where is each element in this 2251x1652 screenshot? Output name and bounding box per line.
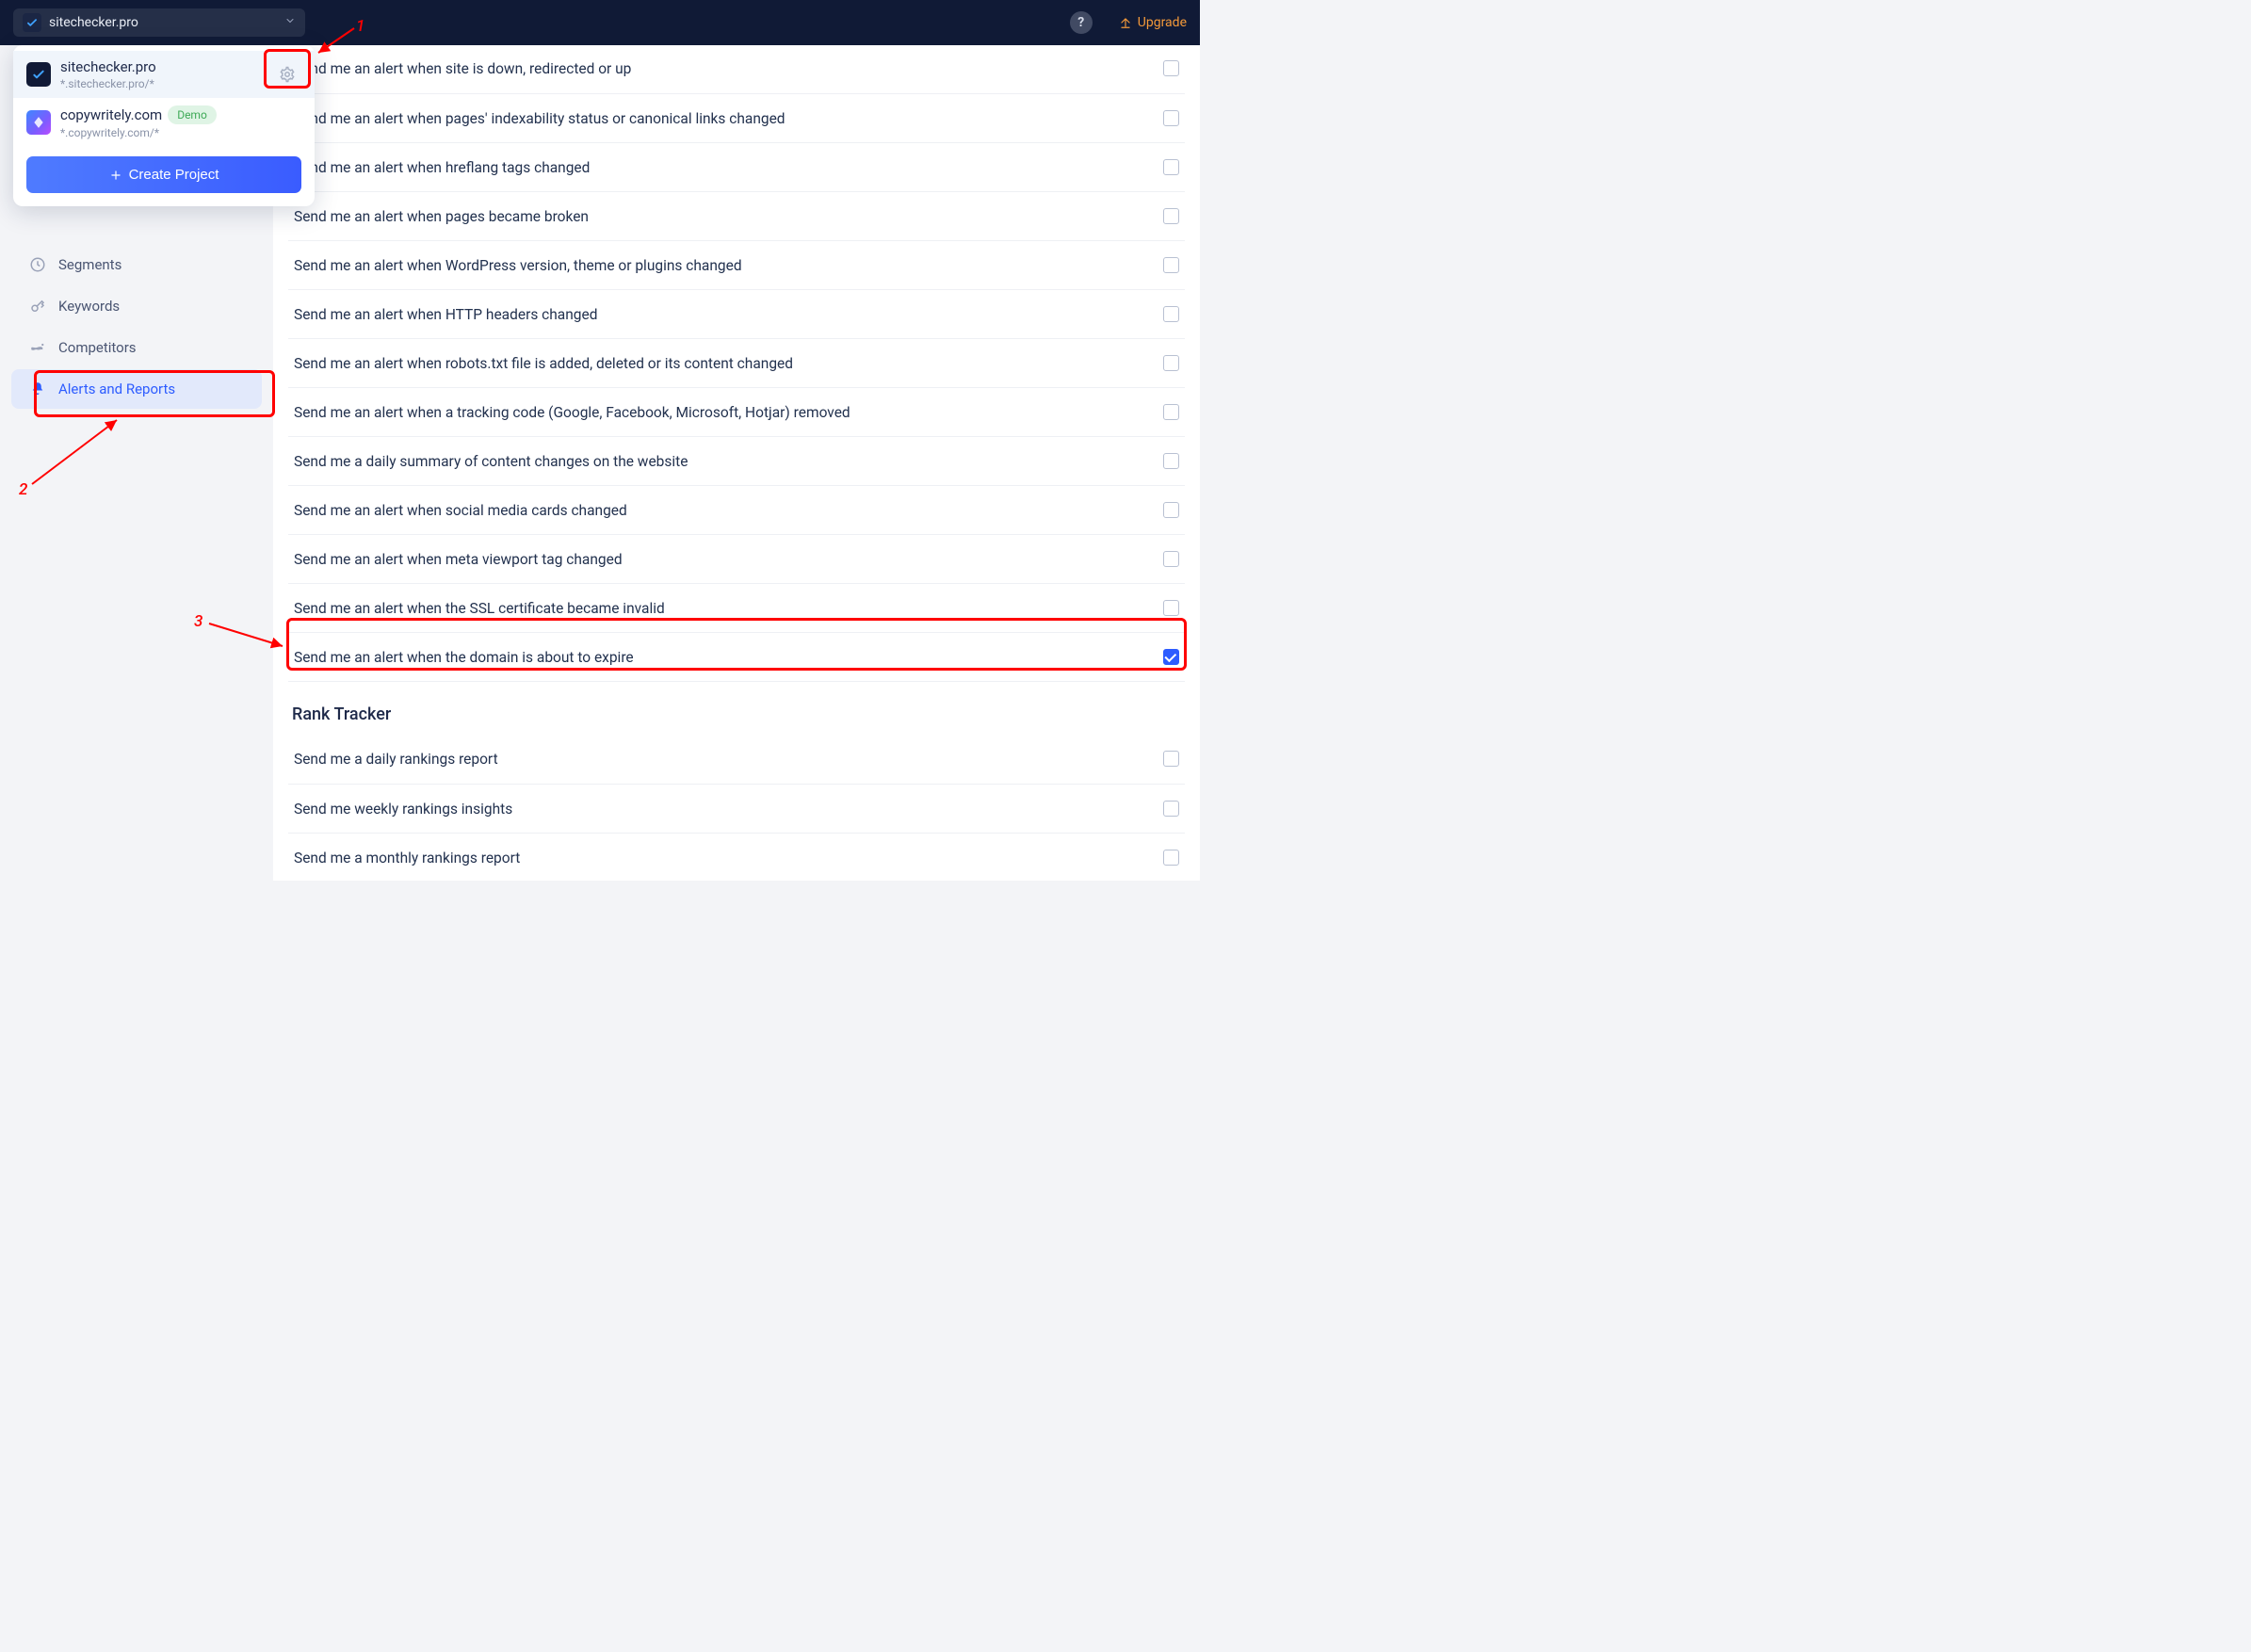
alert-text: Send me weekly rankings insights (294, 801, 512, 818)
alert-row: Send me an alert when the SSL certificat… (288, 584, 1185, 633)
clock-icon (28, 256, 47, 273)
alert-checkbox[interactable] (1163, 649, 1179, 665)
alert-checkbox[interactable] (1163, 551, 1179, 567)
alert-checkbox[interactable] (1163, 801, 1179, 817)
alert-row: Send me weekly rankings insights (288, 785, 1185, 834)
alert-row: Send me an alert when hreflang tags chan… (288, 143, 1185, 192)
competitors-icon (28, 339, 47, 356)
alert-checkbox[interactable] (1163, 600, 1179, 616)
upgrade-label: Upgrade (1138, 15, 1187, 30)
alert-row: Send me an alert when HTTP headers chang… (288, 290, 1185, 339)
project-settings-button[interactable] (273, 60, 301, 89)
sidebar-item-label: Competitors (58, 339, 137, 356)
upgrade-icon (1119, 16, 1132, 29)
alert-row: Send me an alert when meta viewport tag … (288, 535, 1185, 584)
alert-checkbox[interactable] (1163, 60, 1179, 76)
sidebar-item-label: Segments (58, 256, 121, 273)
alert-text: Send me a monthly rankings report (294, 850, 520, 866)
alert-text: Send me a daily rankings report (294, 751, 498, 768)
alert-checkbox[interactable] (1163, 502, 1179, 518)
sitechecker-logo-icon (23, 13, 41, 32)
alert-text: Send me an alert when pages became broke… (294, 208, 589, 225)
alert-checkbox[interactable] (1163, 404, 1179, 420)
alert-text: Send me an alert when meta viewport tag … (294, 551, 623, 568)
alert-text: Send me an alert when social media cards… (294, 502, 627, 519)
alert-text: Send me a daily summary of content chang… (294, 453, 688, 470)
alert-row: Send me an alert when the domain is abou… (288, 633, 1185, 682)
alert-checkbox[interactable] (1163, 159, 1179, 175)
alert-text: Send me an alert when HTTP headers chang… (294, 306, 597, 323)
alert-row: Send me a daily summary of content chang… (288, 437, 1185, 486)
alert-row: Send me a monthly rankings report (288, 834, 1185, 881)
alert-row: Send me an alert when social media cards… (288, 486, 1185, 535)
alert-checkbox[interactable] (1163, 208, 1179, 224)
alert-checkbox[interactable] (1163, 453, 1179, 469)
alert-text: Send me an alert when site is down, redi… (294, 60, 631, 77)
top-bar: sitechecker.pro ? Upgrade (0, 0, 1200, 45)
sidebar-item-segments[interactable]: Segments (11, 245, 262, 284)
alert-row: Send me an alert when robots.txt file is… (288, 339, 1185, 388)
project-name: copywritely.com (60, 106, 162, 123)
alert-checkbox[interactable] (1163, 257, 1179, 273)
bell-icon (28, 381, 47, 397)
sidebar-item-alerts-and-reports[interactable]: Alerts and Reports (11, 369, 262, 409)
alert-text: Send me an alert when pages' indexabilit… (294, 110, 785, 127)
alert-checkbox[interactable] (1163, 751, 1179, 767)
alert-checkbox[interactable] (1163, 355, 1179, 371)
create-project-button[interactable]: Create Project (26, 156, 301, 193)
alert-text: Send me an alert when robots.txt file is… (294, 355, 793, 372)
alert-text: Send me an alert when hreflang tags chan… (294, 159, 590, 176)
demo-badge: Demo (168, 105, 217, 124)
chevron-down-icon (284, 15, 296, 30)
upgrade-button[interactable]: Upgrade (1119, 15, 1187, 30)
alert-checkbox[interactable] (1163, 850, 1179, 866)
alert-row: Send me an alert when pages became broke… (288, 192, 1185, 241)
alert-checkbox[interactable] (1163, 110, 1179, 126)
project-pattern: *.sitechecker.pro/* (60, 77, 156, 90)
project-selector-label: sitechecker.pro (49, 15, 138, 30)
alert-row: Send me an alert when pages' indexabilit… (288, 94, 1185, 143)
sidebar-item-competitors[interactable]: Competitors (11, 328, 262, 367)
copywritely-logo-icon (26, 110, 51, 135)
alert-text: Send me an alert when the domain is abou… (294, 649, 634, 666)
plus-icon (109, 169, 122, 182)
alert-text: Send me an alert when a tracking code (G… (294, 404, 850, 421)
help-button[interactable]: ? (1070, 11, 1093, 34)
rank-tracker-list: Send me a daily rankings report Send me w… (288, 736, 1185, 881)
alert-text: Send me an alert when the SSL certificat… (294, 600, 665, 617)
project-pattern: *.copywritely.com/* (60, 126, 217, 139)
alert-row: Send me a daily rankings report (288, 736, 1185, 785)
project-name: sitechecker.pro (60, 58, 156, 75)
alert-text: Send me an alert when WordPress version,… (294, 257, 742, 274)
alert-checkbox[interactable] (1163, 306, 1179, 322)
key-icon (28, 298, 47, 315)
project-option-sitechecker[interactable]: sitechecker.pro *.sitechecker.pro/* (13, 51, 315, 98)
main-content: Send me an alert when site is down, redi… (273, 45, 1200, 881)
project-option-copywritely[interactable]: copywritely.com Demo *.copywritely.com/* (13, 98, 315, 147)
sidebar-item-label: Keywords (58, 298, 120, 315)
sidebar-item-label: Alerts and Reports (58, 381, 175, 397)
alert-row: Send me an alert when site is down, redi… (288, 45, 1185, 94)
alert-row: Send me an alert when WordPress version,… (288, 241, 1185, 290)
alerts-list: Send me an alert when site is down, redi… (288, 45, 1185, 682)
sidebar-item-keywords[interactable]: Keywords (11, 286, 262, 326)
section-title-rank-tracker: Rank Tracker (288, 682, 1185, 736)
project-dropdown: sitechecker.pro *.sitechecker.pro/* copy… (13, 45, 315, 206)
project-selector[interactable]: sitechecker.pro (13, 8, 305, 37)
gear-icon (279, 66, 296, 83)
sitechecker-logo-icon (26, 62, 51, 87)
create-project-label: Create Project (129, 167, 219, 183)
alert-row: Send me an alert when a tracking code (G… (288, 388, 1185, 437)
